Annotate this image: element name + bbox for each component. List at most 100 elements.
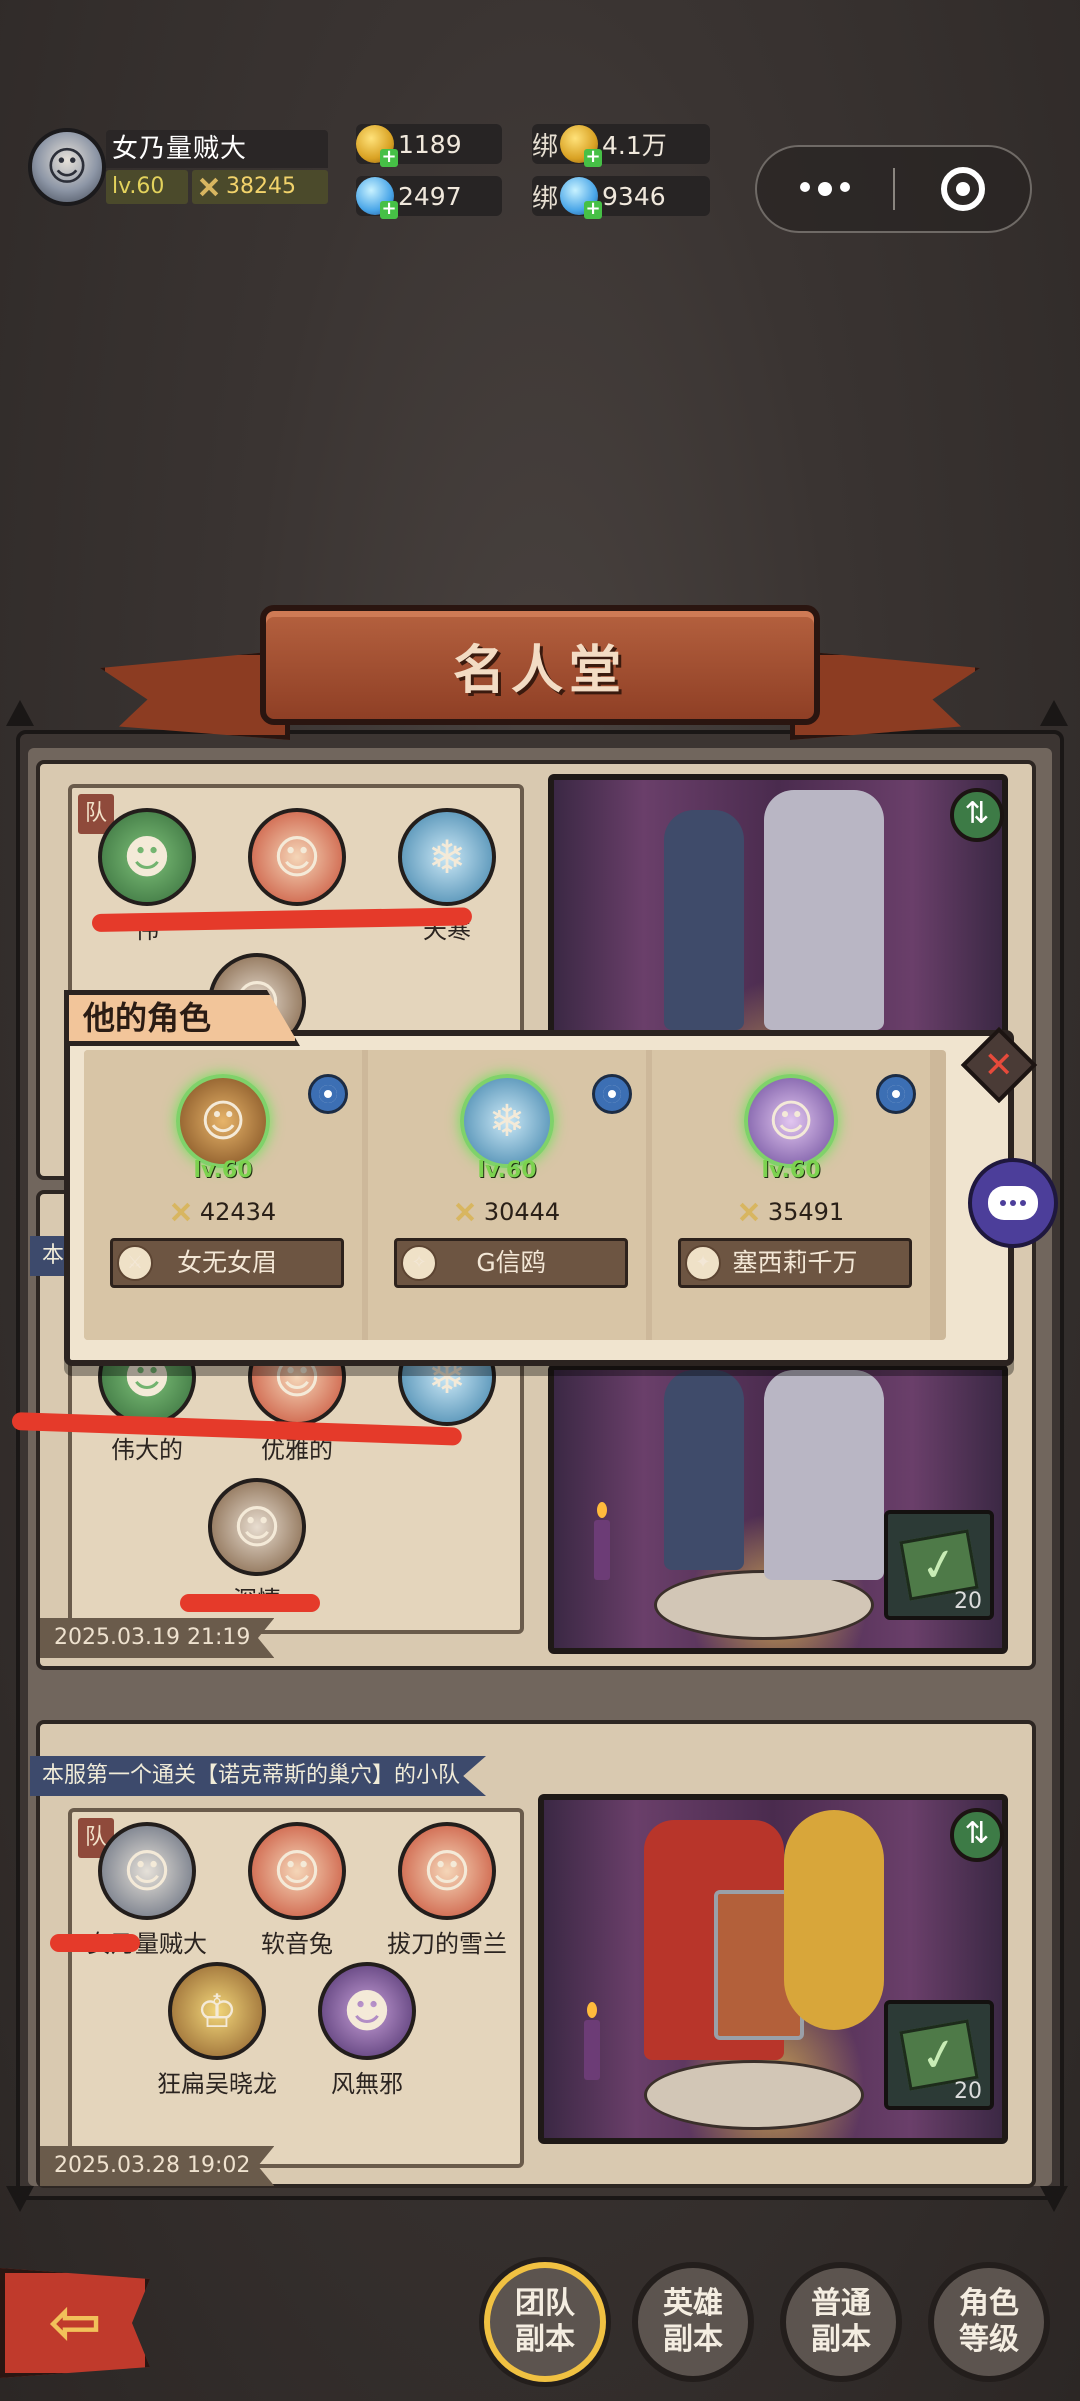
lion-dance-hero-icon: ☺ <box>248 1822 346 1920</box>
king-hero-icon: ♔ <box>168 1962 266 2060</box>
player-name: 女乃量贼大 <box>106 130 328 168</box>
player-power: 38245 <box>192 170 328 204</box>
character-name-plate: ✧ G信鸥 <box>394 1238 628 1288</box>
chat-icon <box>988 1186 1038 1220</box>
player-power-value: 38245 <box>226 174 296 199</box>
character-card[interactable]: ☺ lv.60 42434 ⚔ 女无女眉 <box>84 1050 362 1340</box>
dwarf-hero-icon: ☺ <box>208 1478 306 1576</box>
candle <box>584 2002 600 2080</box>
chat-button[interactable] <box>968 1158 1058 1248</box>
ice-dragon-hero-icon: ❄ <box>398 808 496 906</box>
view-eye-icon[interactable] <box>876 1074 916 1114</box>
gold-value: 1189 <box>398 129 462 159</box>
character-level: lv.60 <box>477 1158 537 1183</box>
character-power: 42434 <box>199 1198 277 1226</box>
crossed-swords-icon <box>738 1201 760 1223</box>
class-emblem-icon: ⚔ <box>117 1245 153 1281</box>
character-name: 女无女眉 <box>176 1248 277 1277</box>
player-level: lv.60 <box>106 170 188 204</box>
knight-hero-icon: ☺ <box>98 1822 196 1920</box>
like-button[interactable]: ✓ 20 <box>884 2000 994 2110</box>
class-emblem-icon: ✧ <box>401 1245 437 1281</box>
statue-figure <box>764 1370 884 1580</box>
candle <box>594 1502 610 1580</box>
diamond-icon: + <box>560 177 603 219</box>
normal-dungeon-button[interactable]: 普通 副本 <box>780 2262 902 2382</box>
team-dungeon-button[interactable]: 团队 副本 <box>484 2262 606 2382</box>
character-level: lv.60 <box>193 1158 253 1183</box>
dragon <box>784 1810 884 2030</box>
title-banner: 名人堂 <box>260 605 820 725</box>
gold-counter[interactable]: + 1189 <box>356 124 502 167</box>
swap-icon[interactable]: ⇅ <box>950 788 1004 842</box>
character-level: lv.60 <box>761 1158 821 1183</box>
record-date: 2025.03.28 19:02 <box>40 2146 275 2186</box>
crossed-swords-icon <box>454 1201 476 1223</box>
ice-dragon-hero-icon: ❄ <box>460 1074 554 1168</box>
character-power: 35491 <box>767 1198 845 1226</box>
gem-value: 2497 <box>398 181 462 211</box>
character-popup: 他的角色 ☺ lv.60 42434 ⚔ 女无女眉 ❄ lv.60 30444 <box>64 990 1014 1366</box>
bound-gold-value: 4.1万 <box>602 131 667 160</box>
crossed-swords-icon <box>170 1201 192 1223</box>
elf-priest-hero-icon: ☺ <box>744 1074 838 1168</box>
diamond-icon: + <box>356 177 398 219</box>
miniprogram-capsule <box>755 145 1032 233</box>
statue-figure <box>664 1370 744 1570</box>
like-button[interactable]: ✓ 20 <box>884 1510 994 1620</box>
like-count: 20 <box>954 1589 982 1614</box>
hero-dungeon-button[interactable]: 英雄 副本 <box>632 2262 754 2382</box>
close-miniprogram-button[interactable] <box>895 167 1030 211</box>
hero-slot[interactable]: ☺ 软音兔 <box>232 1822 362 1959</box>
character-name: 塞西莉千万 <box>732 1248 858 1277</box>
hero-slot[interactable]: ☺ <box>232 808 362 910</box>
hero-slot[interactable]: ☺ 拔刀的雪兰 <box>382 1822 512 1959</box>
bound-gem-counter[interactable]: 绑 + 9346 <box>532 176 710 219</box>
hero-slot[interactable]: ♔ 狂扁吴晓龙 <box>152 1962 282 2099</box>
crossed-swords-icon <box>198 176 220 198</box>
character-name-plate: ⚔ 女无女眉 <box>110 1238 344 1288</box>
character-level-button[interactable]: 角色 等级 <box>928 2262 1050 2382</box>
hero-slot[interactable]: ☻ 风無邪 <box>302 1962 432 2099</box>
gold-coin-icon: + <box>560 125 603 167</box>
statue-figure <box>764 790 884 1030</box>
class-emblem-icon: ✦ <box>685 1245 721 1281</box>
lion-dance-hero-icon: ☺ <box>398 1822 496 1920</box>
page-title: 名人堂 <box>452 640 627 701</box>
statue-figure <box>664 810 744 1030</box>
back-button[interactable]: ⇦ <box>0 2268 150 2378</box>
record-icon <box>940 167 985 211</box>
close-icon: ✕ <box>983 1044 1015 1086</box>
team-statue-showcase: ⇅ ✓ 20 <box>538 1794 1008 2144</box>
lion-hero-icon: ☺ <box>176 1074 270 1168</box>
bound-gem-label: 绑 <box>532 183 559 214</box>
orc-hero-icon: ☻ <box>98 808 196 906</box>
record-date: 2025.03.19 21:19 <box>40 1618 275 1658</box>
character-power: 30444 <box>483 1198 561 1226</box>
swap-icon[interactable]: ⇅ <box>950 1808 1004 1862</box>
gold-coin-icon: + <box>356 125 398 167</box>
back-arrow-icon: ⇦ <box>48 2286 102 2360</box>
view-eye-icon[interactable] <box>592 1074 632 1114</box>
bound-gold-label: 绑 <box>532 131 559 162</box>
popup-title: 他的角色 <box>64 990 300 1046</box>
lion-dance-hero-icon: ☺ <box>248 808 346 906</box>
more-menu-button[interactable] <box>757 182 893 196</box>
gem-counter[interactable]: + 2497 <box>356 176 502 219</box>
record-ribbon: 本服第一个通关【诺克蒂斯的巢穴】的小队 <box>30 1756 487 1796</box>
top-status-bar: ☺ 女乃量贼大 lv.60 38245 + 1189 绑 + 4.1万 + 24… <box>0 0 1080 240</box>
character-name-plate: ✦ 塞西莉千万 <box>678 1238 912 1288</box>
player-avatar[interactable]: ☺ <box>28 128 106 206</box>
bound-gold-counter[interactable]: 绑 + 4.1万 <box>532 124 710 167</box>
bound-gem-value: 9346 <box>602 181 666 211</box>
team-statue-showcase: ✓ 20 <box>548 1364 1008 1654</box>
like-count: 20 <box>954 2079 982 2104</box>
view-eye-icon[interactable] <box>308 1074 348 1114</box>
team-record-card: 本服第一个通关【诺克蒂斯的巢穴】的小队 队 ☺ 女乃量贼大 ☺ 软音兔 ☺ 拔刀… <box>30 1720 1036 2188</box>
character-card[interactable]: ❄ lv.60 30444 ✧ G信鸥 <box>368 1050 646 1340</box>
elf-hero-icon: ☻ <box>318 1962 416 2060</box>
player-info-panel: 女乃量贼大 lv.60 38245 <box>106 130 328 206</box>
character-name: G信鸥 <box>476 1248 546 1277</box>
team-roster: 队 ☺ 女乃量贼大 ☺ 软音兔 ☺ 拔刀的雪兰 ♔ 狂扁吴晓龙 ☻ 风無邪 <box>68 1808 524 2168</box>
character-card[interactable]: ☺ lv.60 35491 ✦ 塞西莉千万 <box>652 1050 930 1340</box>
